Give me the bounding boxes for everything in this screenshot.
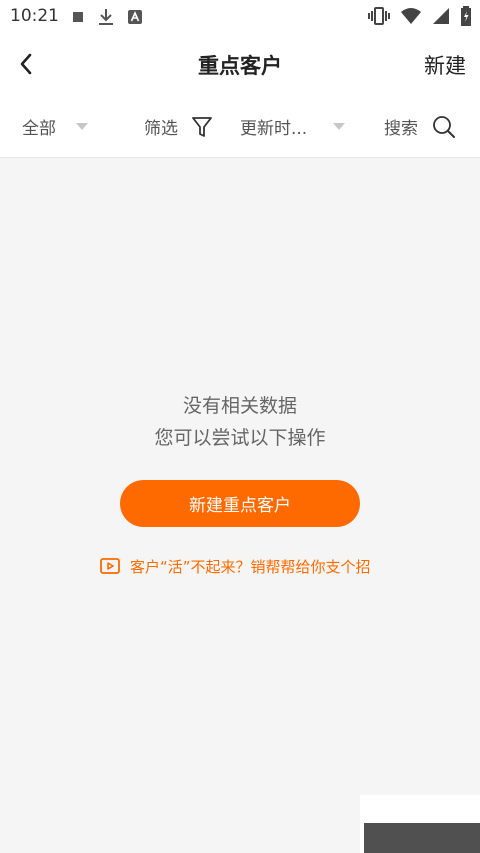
video-play-icon xyxy=(100,557,120,576)
vibrate-icon xyxy=(368,6,390,26)
help-tip-text: 客户“活”不起来？销帮帮给你支个招 xyxy=(130,558,371,576)
floating-thumbnail xyxy=(360,795,480,853)
wifi-icon xyxy=(400,7,422,25)
all-dropdown[interactable]: 全部 xyxy=(22,114,88,139)
sort-label: 更新时... xyxy=(240,119,308,139)
battery-charging-icon xyxy=(460,6,472,26)
funnel-icon xyxy=(192,116,212,138)
search-icon xyxy=(432,115,456,139)
sort-dropdown[interactable]: 更新时... xyxy=(240,114,346,139)
back-button[interactable] xyxy=(12,50,40,78)
signal-icon xyxy=(432,7,450,25)
notification-icons xyxy=(72,8,142,26)
thumbnail-shade xyxy=(364,823,480,853)
empty-state: 没有相关数据 您可以尝试以下操作 xyxy=(0,390,480,454)
search-label: 搜索 xyxy=(384,119,418,139)
a-badge-icon xyxy=(128,10,142,24)
all-dropdown-label: 全部 xyxy=(22,119,56,139)
filter-button[interactable]: 筛选 xyxy=(144,114,212,139)
back-arrow-icon xyxy=(20,53,32,75)
create-key-customer-button[interactable]: 新建重点客户 xyxy=(120,480,360,527)
download-icon xyxy=(98,8,114,26)
filter-bar: 全部 筛选 更新时... 搜索 xyxy=(0,94,480,158)
system-icons xyxy=(368,6,472,26)
status-bar: 10:21 xyxy=(0,0,480,34)
search-button[interactable]: 搜索 xyxy=(384,114,456,139)
filter-label: 筛选 xyxy=(144,119,178,139)
triangle-down-icon xyxy=(333,123,346,130)
square-notification-icon xyxy=(72,11,84,23)
page-title: 重点客户 xyxy=(198,54,282,78)
new-button[interactable]: 新建 xyxy=(424,50,466,80)
empty-suggestion: 您可以尝试以下操作 xyxy=(154,427,326,449)
status-time: 10:21 xyxy=(10,6,59,26)
help-tip-link[interactable]: 客户“活”不起来？销帮帮给你支个招 xyxy=(100,556,371,577)
triangle-down-icon xyxy=(76,123,88,130)
empty-message: 没有相关数据 xyxy=(182,395,297,417)
nav-bar: 重点客户 新建 xyxy=(0,34,480,94)
